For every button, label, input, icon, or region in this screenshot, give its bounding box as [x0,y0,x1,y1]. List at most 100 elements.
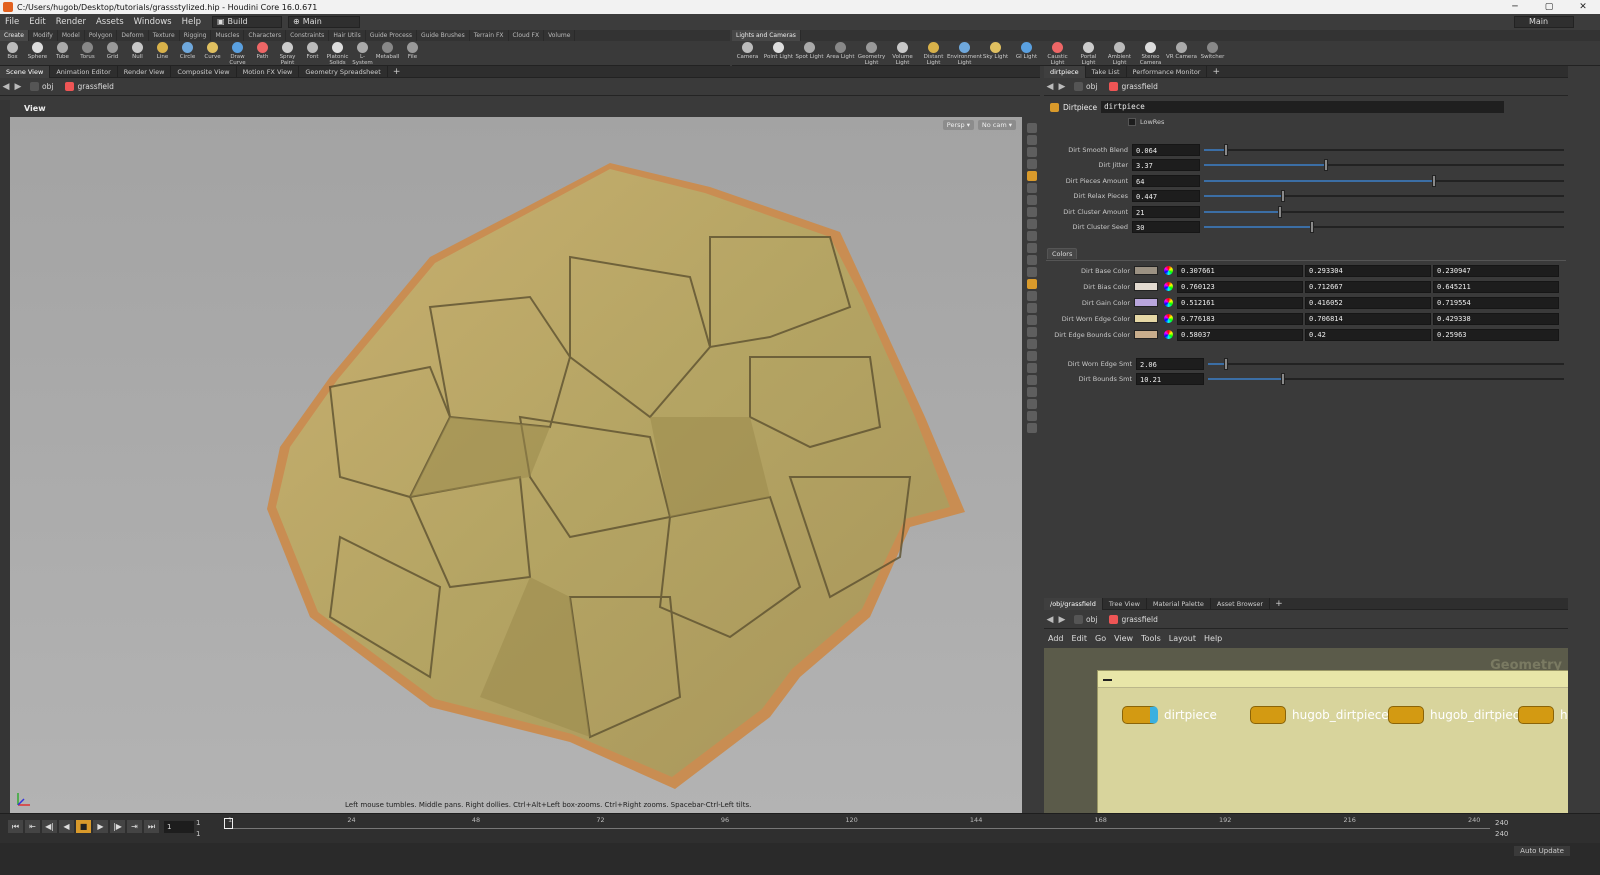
shelf-tab-constraints[interactable]: Constraints [286,30,330,41]
shelf-tool-volume-light[interactable]: Volume Light [887,41,918,66]
pane-tab-geometry-spreadsheet[interactable]: Geometry Spreadsheet [299,65,388,78]
slider-handle[interactable] [1277,205,1282,218]
collapse-icon[interactable] [1103,679,1112,681]
shelf-tool-area-light[interactable]: Area Light [825,41,856,60]
add-tab-icon[interactable]: + [388,67,406,77]
viewport-tool-icon[interactable] [1026,387,1037,397]
color-swatch[interactable] [1134,298,1158,307]
menu-assets[interactable]: Assets [91,17,129,27]
pane-tab-composite-view[interactable]: Composite View [171,65,237,78]
color-r-field[interactable]: 0.512161 [1177,296,1303,309]
node-hugob-dirtpiece2[interactable]: hugob_dirtpiece2 [1388,706,1534,724]
layout-dropdown[interactable]: ⊕ Main [287,16,360,28]
path-grassfield[interactable]: grassfield [59,82,119,91]
viewport-tool-icon[interactable] [1026,171,1037,181]
menu-render[interactable]: Render [51,17,91,27]
viewport-tool-icon[interactable] [1026,159,1037,169]
shelf-tool-l-system[interactable]: L-System [350,41,375,66]
back-arrow-icon[interactable]: ◀ [1044,615,1056,625]
forward-arrow-icon[interactable]: ▶ [12,82,24,92]
color-r-field[interactable]: 0.307661 [1177,264,1303,277]
param-value-field[interactable]: 10.21 [1136,373,1204,385]
network-menu-go[interactable]: Go [1091,634,1110,643]
color-r-field[interactable]: 0.776183 [1177,312,1303,325]
viewport-tool-icon[interactable] [1026,339,1037,349]
viewport-tool-icon[interactable] [1026,207,1037,217]
shelf-tool-file[interactable]: File [400,41,425,60]
node-dirtpiece[interactable]: dirtpiece [1122,706,1217,724]
camera-menu[interactable]: No cam ▾ [977,120,1016,130]
node-hugob-dirtpiece1[interactable]: hugob_dirtpiece1 [1250,706,1396,724]
shelf-tab-deform[interactable]: Deform [117,30,149,41]
pane-tab-asset-browser[interactable]: Asset Browser [1211,597,1271,610]
viewport-tool-icon[interactable] [1026,135,1037,145]
shelf-tool-font[interactable]: Font [300,41,325,60]
color-g-field[interactable]: 0.416052 [1305,296,1431,309]
param-slider[interactable] [1204,174,1564,187]
viewport-tool-icon[interactable] [1026,351,1037,361]
auto-update-button[interactable]: Auto Update [1514,846,1570,856]
color-r-field[interactable]: 0.760123 [1177,280,1303,293]
color-wheel-icon[interactable] [1164,314,1173,323]
shelf-tool-platonic-solids[interactable]: Platonic Solids [325,41,350,66]
color-wheel-icon[interactable] [1164,298,1173,307]
slider-handle[interactable] [1310,221,1314,233]
slider-handle[interactable] [1223,143,1228,156]
shelf-tab-lights-and-cameras[interactable]: Lights and Cameras [732,30,801,41]
shelf-tool-portal-light[interactable]: Portal Light [1073,41,1104,66]
lowres-checkbox[interactable] [1128,118,1136,126]
color-wheel-icon[interactable] [1164,266,1173,275]
pane-tab-material-palette[interactable]: Material Palette [1147,597,1211,610]
viewport-tool-icon[interactable] [1026,315,1037,325]
maximize-icon[interactable]: ▢ [1532,0,1566,14]
menu-edit[interactable]: Edit [24,17,50,27]
jump-start-icon[interactable]: ⏮ [8,820,23,833]
shelf-tool-metaball[interactable]: Metaball [375,41,400,60]
color-g-field[interactable]: 0.706814 [1305,312,1431,325]
path-grassfield[interactable]: grassfield [1103,615,1163,624]
forward-arrow-icon[interactable]: ▶ [1056,615,1068,625]
current-frame-marker[interactable] [224,818,233,829]
pane-tab-obj-grassfield[interactable]: /obj/grassfield [1044,597,1103,610]
shelf-tool-distant-light[interactable]: Distant Light [918,41,949,66]
shelf-tab-create[interactable]: Create [0,30,29,41]
node-hug[interactable]: hug [1518,706,1568,724]
shelf-tool-spray-paint[interactable]: Spray Paint [275,41,300,66]
slider-handle[interactable] [1280,373,1285,385]
pane-tab-scene-view[interactable]: Scene View [0,65,51,78]
viewport-tool-icon[interactable] [1026,327,1037,337]
shelf-tool-geometry-light[interactable]: Geometry Light [856,41,887,66]
shelf-tab-polygon[interactable]: Polygon [85,30,118,41]
param-slider[interactable] [1208,357,1564,370]
forward-arrow-icon[interactable]: ▶ [1056,82,1068,92]
shelf-tab-muscles[interactable]: Muscles [211,30,245,41]
viewport-tool-icon[interactable] [1026,267,1037,277]
viewport-tool-icon[interactable] [1026,195,1037,205]
color-b-field[interactable]: 0.719554 [1433,296,1559,309]
viewport-tool-icon[interactable] [1026,411,1037,421]
tab-colors[interactable]: Colors [1047,248,1078,259]
back-arrow-icon[interactable]: ◀ [1044,82,1056,92]
shelf-tool-stereo-camera[interactable]: Stereo Camera [1135,41,1166,66]
network-box[interactable]: dirtpiece hugob_dirtpiece1 hugob_dirtpie… [1097,670,1568,813]
close-icon[interactable]: ✕ [1566,0,1600,14]
slider-handle[interactable] [1223,357,1228,370]
slider-handle[interactable] [1324,159,1329,171]
desktop-dropdown[interactable]: ▣ Build [211,16,282,28]
viewport-tool-icon[interactable] [1026,123,1037,133]
shelf-tool-line[interactable]: Line [150,41,175,60]
color-g-field[interactable]: 0.712667 [1305,280,1431,293]
menu-windows[interactable]: Windows [129,17,177,27]
color-swatch[interactable] [1134,330,1158,339]
param-slider[interactable] [1204,143,1564,156]
shelf-tool-path[interactable]: Path [250,41,275,60]
pane-tab-performance-monitor[interactable]: Performance Monitor [1127,65,1208,78]
pane-tab-tree-view[interactable]: Tree View [1103,597,1147,610]
minimize-icon[interactable]: ─ [1498,0,1532,14]
shelf-tool-vr-camera[interactable]: VR Camera [1166,41,1197,60]
shelf-tab-guide-process[interactable]: Guide Process [366,30,418,41]
shelf-tab-hair-utils[interactable]: Hair Utils [329,30,366,41]
slider-handle[interactable] [1432,174,1437,187]
param-value-field[interactable]: 0.447 [1132,190,1200,202]
param-slider[interactable] [1204,159,1564,171]
